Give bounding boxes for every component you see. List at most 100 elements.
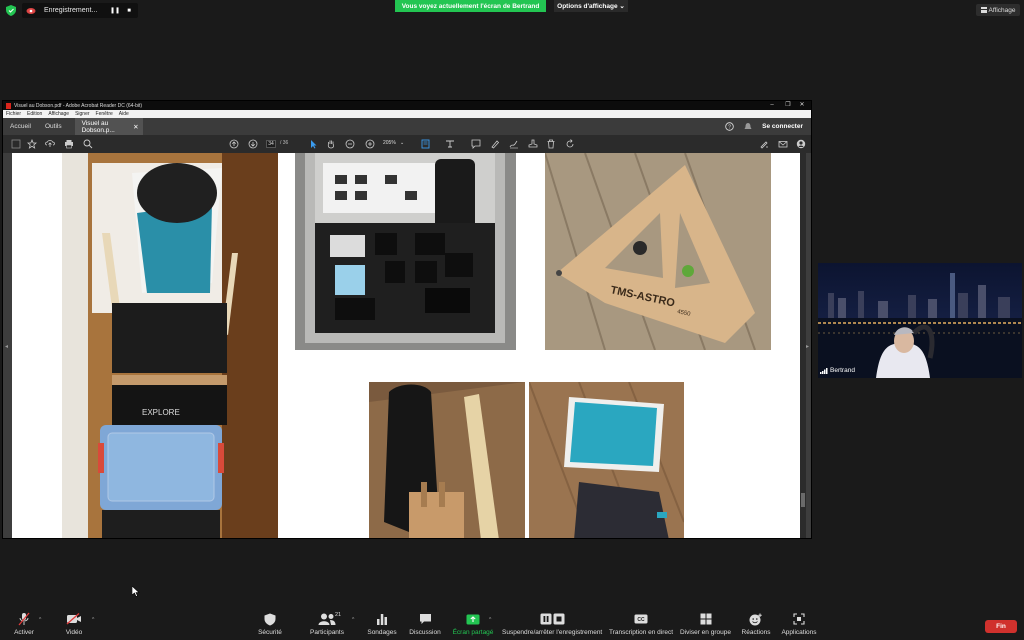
security-button[interactable]: Sécurité [254, 612, 286, 636]
page-number-input[interactable]: 34 [266, 140, 276, 148]
start-video-button[interactable]: Vidéo [63, 612, 85, 636]
reactions-button[interactable]: Réactions [741, 612, 771, 636]
share-screen-label: Écran partagé [452, 629, 494, 636]
zoom-search-icon[interactable] [83, 139, 93, 149]
audio-options-caret-icon[interactable]: ^ [39, 617, 41, 623]
fill-sign-icon[interactable] [759, 139, 769, 149]
chat-button[interactable]: Discussion [408, 612, 442, 636]
account-icon[interactable] [796, 139, 806, 149]
select-cursor-icon[interactable] [308, 139, 318, 149]
close-icon[interactable]: ✕ [795, 101, 809, 110]
pause-stop-icon [540, 613, 564, 625]
page-down-icon[interactable] [248, 139, 258, 149]
share-caret-icon[interactable]: ^ [489, 617, 491, 623]
participants-icon [318, 613, 336, 625]
end-meeting-button[interactable]: Fin [985, 620, 1017, 633]
acrobat-title-bar: Visuel au Dobson.pdf - Adobe Acrobat Rea… [3, 101, 811, 110]
recording-label: Enregistrement... [44, 7, 98, 14]
live-transcript-label: Transcription en direct [609, 629, 674, 636]
left-panel-arrow-icon[interactable]: ◂ [5, 343, 8, 350]
acrobat-toolbar: 34 / 36 205% ⌄ [3, 135, 811, 153]
apps-button[interactable]: Applications [781, 612, 817, 636]
print-icon[interactable] [64, 139, 74, 149]
meeting-toolbar: Activer ^ Vidéo ^ Sécurité Participants … [0, 604, 1024, 640]
chevron-down-icon: ⌄ [617, 3, 625, 10]
participants-button[interactable]: Participants 21 [306, 612, 348, 636]
scrollbar-thumb[interactable] [801, 493, 805, 507]
polls-label: Sondages [367, 629, 397, 636]
menu-fenetre[interactable]: Fenêtre [96, 111, 113, 117]
page-up-icon[interactable] [229, 139, 239, 149]
unmute-button[interactable]: Activer [12, 612, 36, 636]
tab-close-icon[interactable]: ✕ [133, 123, 138, 131]
minimize-icon[interactable]: – [765, 101, 779, 110]
microphone-muted-icon [18, 612, 30, 626]
rotate-icon[interactable] [565, 139, 575, 149]
stamp-icon[interactable] [528, 139, 538, 149]
page-total: / 36 [280, 140, 289, 146]
unmute-label: Activer [14, 629, 34, 636]
apps-label: Applications [781, 629, 817, 636]
hand-tool-icon[interactable] [326, 139, 336, 149]
acrobat-menu-bar: Fichier Edition Affichage Signer Fenêtre… [3, 110, 811, 118]
upload-icon[interactable] [45, 139, 55, 149]
menu-fichier[interactable]: Fichier [6, 111, 21, 117]
stop-recording-button[interactable]: ■ [124, 6, 134, 16]
pause-stop-recording-button[interactable]: Suspendre/arrêter l'enregistrement [502, 612, 602, 636]
start-video-label: Vidéo [65, 629, 83, 636]
participants-caret-icon[interactable]: ^ [352, 617, 354, 623]
participants-label: Participants [310, 629, 344, 636]
video-options-caret-icon[interactable]: ^ [92, 617, 94, 623]
menu-signer[interactable]: Signer [75, 111, 89, 117]
mail-icon[interactable] [778, 139, 788, 149]
security-shield-icon [264, 613, 276, 625]
polls-chart-icon [377, 614, 387, 625]
tab-outils[interactable]: Outils [38, 118, 69, 135]
security-label: Sécurité [258, 629, 282, 636]
screen-share-banner: Vous voyez actuellement l'écran de Bertr… [395, 0, 546, 12]
reactions-label: Réactions [741, 629, 771, 636]
trash-icon[interactable] [546, 139, 556, 149]
save-icon[interactable] [11, 139, 21, 149]
right-panel-arrow-icon[interactable]: ▸ [806, 343, 809, 350]
tab-document[interactable]: Visuel au Dobson.p... ✕ [74, 118, 143, 135]
polls-button[interactable]: Sondages [366, 612, 398, 636]
recording-indicator: Enregistrement... ❚❚ ■ [22, 3, 138, 18]
menu-edition[interactable]: Edition [27, 111, 42, 117]
participant-count: 21 [335, 612, 342, 618]
photo-tube-bag [369, 382, 525, 538]
closed-caption-icon: CC [634, 614, 648, 624]
chat-bubble-icon [419, 614, 431, 624]
share-screen-button[interactable]: Écran partagé [452, 612, 494, 636]
mouse-cursor-icon [132, 586, 140, 597]
zoom-in-icon[interactable] [365, 139, 375, 149]
shield-icon[interactable] [6, 5, 16, 16]
menu-aide[interactable]: Aide [119, 111, 129, 117]
participant-video-bertrand[interactable] [818, 263, 1022, 378]
view-options-label: Options d'affichage [557, 2, 618, 10]
view-options-button[interactable]: Options d'affichage ⌄ [554, 0, 628, 12]
comment-icon[interactable] [471, 139, 481, 149]
document-viewport[interactable]: EXPLORE TMS-ASTRO 4550 [3, 153, 811, 538]
tab-accueil[interactable]: Accueil [3, 118, 38, 135]
zoom-out-icon[interactable] [345, 139, 355, 149]
page-layout-icon[interactable] [421, 139, 431, 149]
shared-acrobat-window: Visuel au Dobson.pdf - Adobe Acrobat Rea… [2, 100, 812, 539]
star-icon[interactable] [27, 139, 37, 149]
breakout-rooms-button[interactable]: Diviser en groupe [680, 612, 731, 636]
sign-icon[interactable] [509, 139, 519, 149]
highlight-pen-icon[interactable] [490, 139, 500, 149]
read-aloud-icon[interactable] [445, 139, 455, 149]
pdf-page: EXPLORE TMS-ASTRO 4550 [12, 153, 800, 538]
live-transcript-button[interactable]: CC Transcription en direct [609, 612, 673, 636]
bell-icon[interactable] [744, 122, 752, 131]
sign-in-button[interactable]: Se connecter [762, 123, 803, 130]
view-button[interactable]: Affichage [976, 4, 1020, 16]
photo-blue-case [529, 382, 684, 538]
zoom-level-select[interactable]: 205% ⌄ [383, 140, 411, 148]
maximize-icon[interactable]: ❐ [781, 101, 795, 110]
help-icon[interactable]: ? [725, 122, 734, 131]
participant-name: Bertrand [830, 367, 855, 374]
pause-recording-button[interactable]: ❚❚ [110, 6, 120, 16]
menu-affichage[interactable]: Affichage [48, 111, 69, 117]
